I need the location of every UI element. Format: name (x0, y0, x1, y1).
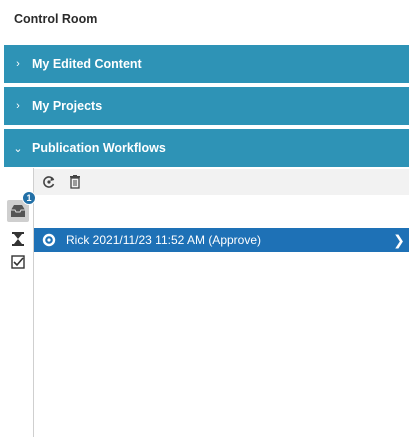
workflow-status-icon (38, 228, 60, 252)
chevron-right-icon: › (16, 58, 20, 70)
refresh-icon (43, 176, 55, 188)
chevron-right-icon: › (16, 100, 20, 112)
trash-icon (70, 175, 80, 189)
completed-filter-button[interactable] (7, 251, 29, 273)
pending-filter-button[interactable] (7, 228, 29, 250)
workflow-filter-rail: 1 (4, 168, 36, 437)
chevron-right-icon[interactable]: ❯ (389, 232, 409, 249)
workflow-toolbar (34, 169, 409, 195)
checkbox-icon (11, 255, 25, 269)
chevron-down-icon: ⌄ (13, 142, 23, 155)
section-my-edited-content[interactable]: › My Edited Content (4, 45, 409, 83)
page-title: Control Room (14, 12, 98, 26)
inbox-filter-button[interactable]: 1 (7, 191, 36, 222)
delete-button[interactable] (68, 175, 82, 189)
workflow-row[interactable]: Rick 2021/11/23 11:52 AM (Approve) ❯ (34, 228, 409, 252)
hourglass-icon (12, 232, 24, 246)
section-label: My Projects (32, 99, 103, 113)
section-publication-workflows[interactable]: ⌄ Publication Workflows (4, 129, 409, 167)
inbox-icon (11, 205, 25, 217)
section-label: My Edited Content (32, 57, 142, 71)
section-label: Publication Workflows (32, 141, 166, 155)
refresh-button[interactable] (42, 175, 56, 189)
section-my-projects[interactable]: › My Projects (4, 87, 409, 125)
workflow-row-label: Rick 2021/11/23 11:52 AM (Approve) (66, 233, 261, 247)
